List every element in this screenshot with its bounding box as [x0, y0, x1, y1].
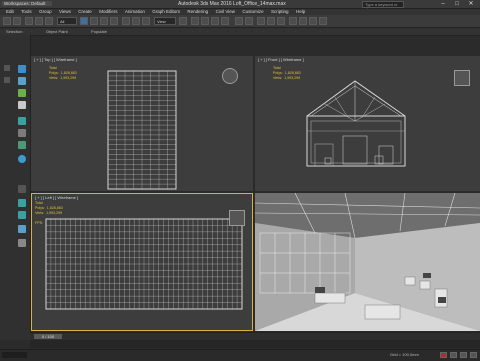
viewport-perspective[interactable] [255, 193, 480, 331]
selection-filter-dropdown[interactable]: All [57, 17, 77, 25]
paint-icon[interactable] [18, 141, 26, 149]
modify-icon[interactable] [18, 77, 26, 85]
curve-editor-icon[interactable] [267, 17, 275, 25]
render-setup-icon[interactable] [299, 17, 307, 25]
ribbon-bar: Selection Object Paint Populate [0, 28, 480, 36]
undo-icon[interactable] [3, 17, 11, 25]
space-warp-icon[interactable] [18, 211, 26, 219]
eye-icon[interactable] [18, 225, 26, 233]
main-toolbar: All View [0, 15, 480, 28]
layer-explorer-icon[interactable] [257, 17, 265, 25]
mirror-icon[interactable] [235, 17, 243, 25]
minimize-button[interactable]: – [436, 0, 450, 8]
grid-readout: Grid = 100,0mm [390, 352, 419, 357]
viewcube-icon[interactable] [222, 68, 238, 84]
schematic-view-icon[interactable] [277, 17, 285, 25]
light-icon[interactable] [18, 185, 26, 193]
link-icon[interactable] [25, 17, 33, 25]
help-icon[interactable] [18, 155, 26, 163]
tool-small-icon[interactable] [4, 65, 10, 71]
snaps-toggle-icon[interactable] [191, 17, 199, 25]
render-production-icon[interactable] [319, 17, 327, 25]
rotate-icon[interactable] [132, 17, 140, 25]
left-tool-strip [0, 35, 31, 340]
next-frame-button[interactable] [470, 352, 477, 358]
camera-icon[interactable] [18, 239, 26, 247]
pivot-point-icon[interactable] [179, 17, 187, 25]
front-wireframe [306, 80, 406, 167]
spinner-snap-icon[interactable] [221, 17, 229, 25]
maxscript-listener[interactable] [2, 352, 27, 358]
play-button[interactable] [460, 352, 467, 358]
select-object-icon[interactable] [80, 17, 88, 25]
window-crossing-icon[interactable] [110, 17, 118, 25]
redo-icon[interactable] [13, 17, 21, 25]
status-bar: Grid = 100,0mm [0, 349, 480, 361]
maximize-button[interactable]: □ [450, 0, 464, 8]
close-button[interactable]: ✕ [464, 0, 478, 8]
set-key-button[interactable] [450, 352, 457, 358]
title-bar: Workspaces: Default Autodesk 3ds Max 201… [0, 0, 480, 12]
material-editor-icon[interactable] [289, 17, 297, 25]
create-icon[interactable] [18, 65, 26, 73]
helper-icon[interactable] [18, 199, 26, 207]
time-slider[interactable]: 0 / 100 [34, 334, 62, 339]
track-bar[interactable] [30, 340, 480, 348]
rectangular-selection-icon[interactable] [100, 17, 108, 25]
reference-coordinate-dropdown[interactable]: View [154, 17, 176, 25]
select-by-name-icon[interactable] [90, 17, 98, 25]
align-icon[interactable] [245, 17, 253, 25]
search-input[interactable]: Type a keyword or phrase [362, 1, 404, 12]
utilities-icon[interactable] [18, 129, 26, 137]
scale-icon[interactable] [142, 17, 150, 25]
hierarchy-icon[interactable] [18, 89, 26, 97]
tool-small-icon[interactable] [4, 77, 10, 83]
unlink-icon[interactable] [35, 17, 43, 25]
left-wireframe [45, 218, 243, 310]
perspective-render [255, 193, 480, 331]
ribbon-tab-selection[interactable]: Selection [6, 28, 22, 35]
ribbon-tab-object-paint[interactable]: Object Paint [46, 28, 68, 35]
move-icon[interactable] [122, 17, 130, 25]
ribbon-tab-populate[interactable]: Populate [91, 28, 107, 35]
viewport-front[interactable]: [ + ] [ Front ] [ Wireframe ] Total Poly… [255, 56, 480, 191]
viewcube-icon[interactable] [454, 70, 470, 86]
window-title: Autodesk 3ds Max 2016 Loft_Office_14max.… [178, 1, 286, 7]
angle-snap-icon[interactable] [201, 17, 209, 25]
rendered-frame-window-icon[interactable] [309, 17, 317, 25]
workspace-dropdown[interactable]: Workspaces: Default [2, 1, 52, 6]
display-icon[interactable] [18, 117, 26, 125]
top-wireframe [107, 70, 177, 190]
motion-icon[interactable] [18, 101, 26, 109]
auto-key-button[interactable] [440, 352, 447, 358]
percent-snap-icon[interactable] [211, 17, 219, 25]
bind-space-warp-icon[interactable] [45, 17, 53, 25]
viewport-top[interactable]: [ + ] [ Top ] [ Wireframe ] Total Polys:… [31, 56, 253, 191]
viewport-left[interactable]: [ + ] [ Left ] [ Wireframe ] Total Polys… [31, 193, 253, 331]
viewcube-icon[interactable] [229, 210, 245, 226]
